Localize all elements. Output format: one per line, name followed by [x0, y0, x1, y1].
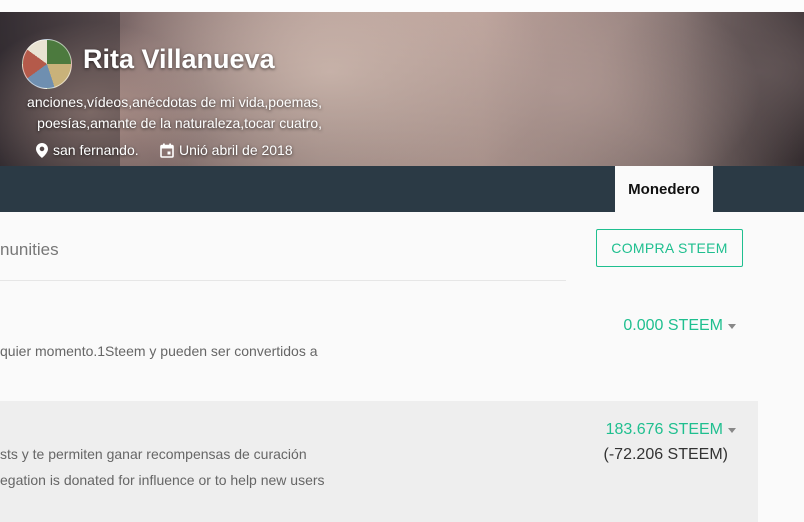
caret-down-icon[interactable] — [728, 427, 736, 433]
steem-balance-dropdown[interactable]: 0.000 STEEM — [623, 317, 736, 335]
steem-balance[interactable]: 0.000 STEEM — [623, 317, 723, 335]
avatar[interactable] — [22, 39, 72, 89]
profile-about: anciones,vídeos,anécdotas de mi vida,poe… — [0, 92, 322, 134]
communities-label[interactable]: nunities — [0, 240, 59, 260]
steem-power-delegated: (-72.206 STEEM) — [603, 446, 728, 463]
steem-power-balance-dropdown[interactable]: 183.676 STEEM — [606, 421, 736, 439]
caret-down-icon[interactable] — [728, 323, 736, 329]
about-line-1: anciones,vídeos,anécdotas de mi vida,poe… — [27, 94, 322, 110]
profile-joined: Unió abril de 2018 — [160, 142, 293, 158]
buy-steem-button[interactable]: COMPRA STEEM — [596, 229, 743, 267]
steem-power-description-1: sts y te permiten ganar recompensas de c… — [0, 446, 307, 462]
profile-location: san fernando. — [36, 142, 139, 158]
steem-description: quier momento.1Steem y pueden ser conver… — [0, 343, 318, 359]
section-divider — [0, 280, 566, 281]
profile-header: Rita Villanueva anciones,vídeos,anécdota… — [0, 12, 804, 166]
location-pin-icon — [36, 142, 48, 158]
about-line-2: poesías,amante de la naturaleza,tocar cu… — [37, 115, 322, 131]
profile-name: Rita Villanueva — [83, 44, 275, 74]
steem-power-balance[interactable]: 183.676 STEEM — [606, 421, 723, 439]
calendar-icon — [160, 143, 174, 158]
steem-power-description-2: egation is donated for influence or to h… — [0, 472, 325, 488]
location-text: san fernando. — [53, 142, 139, 158]
joined-text: Unió abril de 2018 — [179, 142, 293, 158]
top-strip — [0, 0, 804, 12]
tab-monedero[interactable]: Monedero — [615, 166, 713, 212]
